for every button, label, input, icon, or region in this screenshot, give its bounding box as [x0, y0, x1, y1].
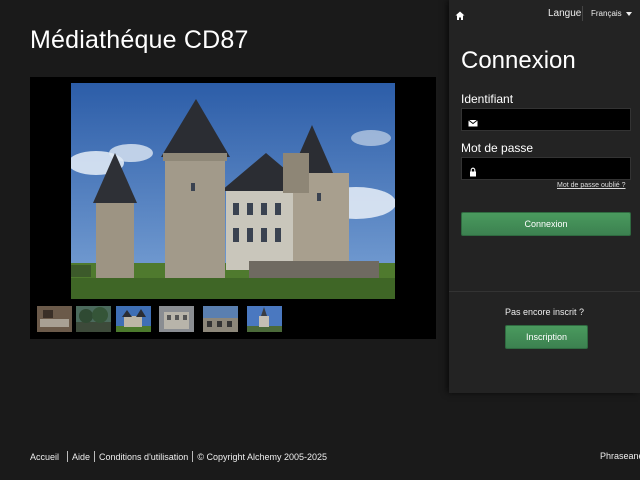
- divider: [192, 451, 194, 462]
- register-button[interactable]: Inscription: [505, 325, 588, 349]
- language-select[interactable]: Français: [591, 9, 622, 18]
- thumbnail-building[interactable]: [159, 306, 194, 332]
- footer-brand: Phraseanet: [600, 451, 640, 461]
- thumbnail-trees[interactable]: [76, 306, 111, 332]
- caret-down-icon[interactable]: [626, 12, 632, 16]
- password-field[interactable]: [461, 157, 631, 180]
- home-icon[interactable]: [455, 8, 465, 20]
- username-input[interactable]: [484, 109, 628, 130]
- password-label: Mot de passe: [461, 141, 534, 155]
- thumbnail-facade[interactable]: [203, 306, 238, 332]
- login-panel: Langue Français Connexion Identifiant Mo…: [449, 0, 640, 393]
- login-button[interactable]: Connexion: [461, 212, 631, 236]
- thumbnail-chateau[interactable]: [116, 306, 151, 332]
- not-registered-text: Pas encore inscrit ?: [504, 307, 585, 317]
- footer-link-terms[interactable]: Conditions d'utilisation: [99, 452, 188, 462]
- login-title: Connexion: [461, 47, 576, 74]
- footer-link-home[interactable]: Accueil: [30, 452, 59, 462]
- divider: [582, 6, 583, 21]
- divider: [449, 291, 640, 292]
- thumbnail-church[interactable]: [247, 306, 282, 332]
- thumbnail-interior[interactable]: [37, 306, 72, 332]
- main-photo[interactable]: [71, 83, 395, 299]
- lock-icon: [468, 164, 478, 177]
- forgot-password-link[interactable]: Mot de passe oublié ?: [557, 182, 626, 189]
- username-field[interactable]: [461, 108, 631, 131]
- footer-link-help[interactable]: Aide: [72, 452, 90, 462]
- language-label[interactable]: Langue: [548, 8, 581, 19]
- divider: [94, 451, 96, 462]
- top-bar: Langue Français: [449, 0, 640, 28]
- image-gallery: [30, 77, 436, 339]
- password-input[interactable]: [484, 158, 628, 179]
- copyright: © Copyright Alchemy 2005-2025: [197, 452, 328, 462]
- username-label: Identifiant: [461, 92, 514, 106]
- envelope-icon: [468, 115, 478, 127]
- divider: [67, 451, 69, 462]
- footer: Accueil Aide Conditions d'utilisation © Cop…: [30, 451, 327, 462]
- site-title: Médiathéque CD87: [30, 26, 249, 54]
